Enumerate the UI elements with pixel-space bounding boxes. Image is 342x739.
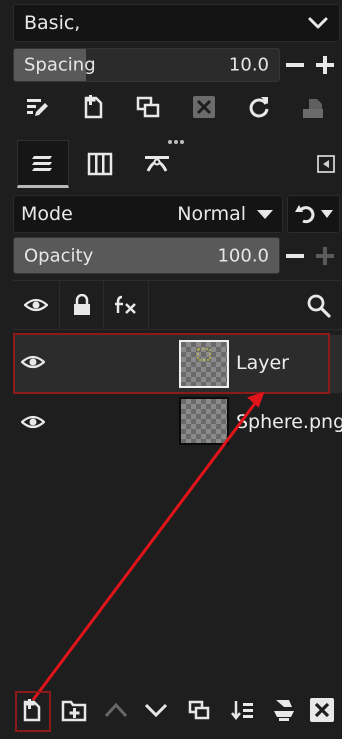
new-layer-button[interactable] <box>18 695 46 725</box>
lower-layer-button[interactable] <box>142 695 170 725</box>
duplicate-layer-button[interactable] <box>185 695 213 725</box>
raise-layer-button[interactable] <box>102 695 130 725</box>
duplicate-icon <box>188 700 210 720</box>
new-group-icon <box>61 700 87 722</box>
anchor-icon <box>274 700 294 721</box>
delete-icon <box>310 698 334 722</box>
delete-layer-button[interactable] <box>308 695 336 725</box>
anchor-layer-button[interactable] <box>270 695 298 725</box>
annotation-arrow <box>31 391 265 701</box>
new-layer-group-button[interactable] <box>60 695 88 725</box>
merge-layer-button[interactable] <box>228 695 256 725</box>
chevron-down-icon <box>144 703 168 718</box>
chevron-up-icon <box>104 702 128 718</box>
new-layer-icon <box>23 699 41 722</box>
merge-down-icon <box>231 701 253 721</box>
